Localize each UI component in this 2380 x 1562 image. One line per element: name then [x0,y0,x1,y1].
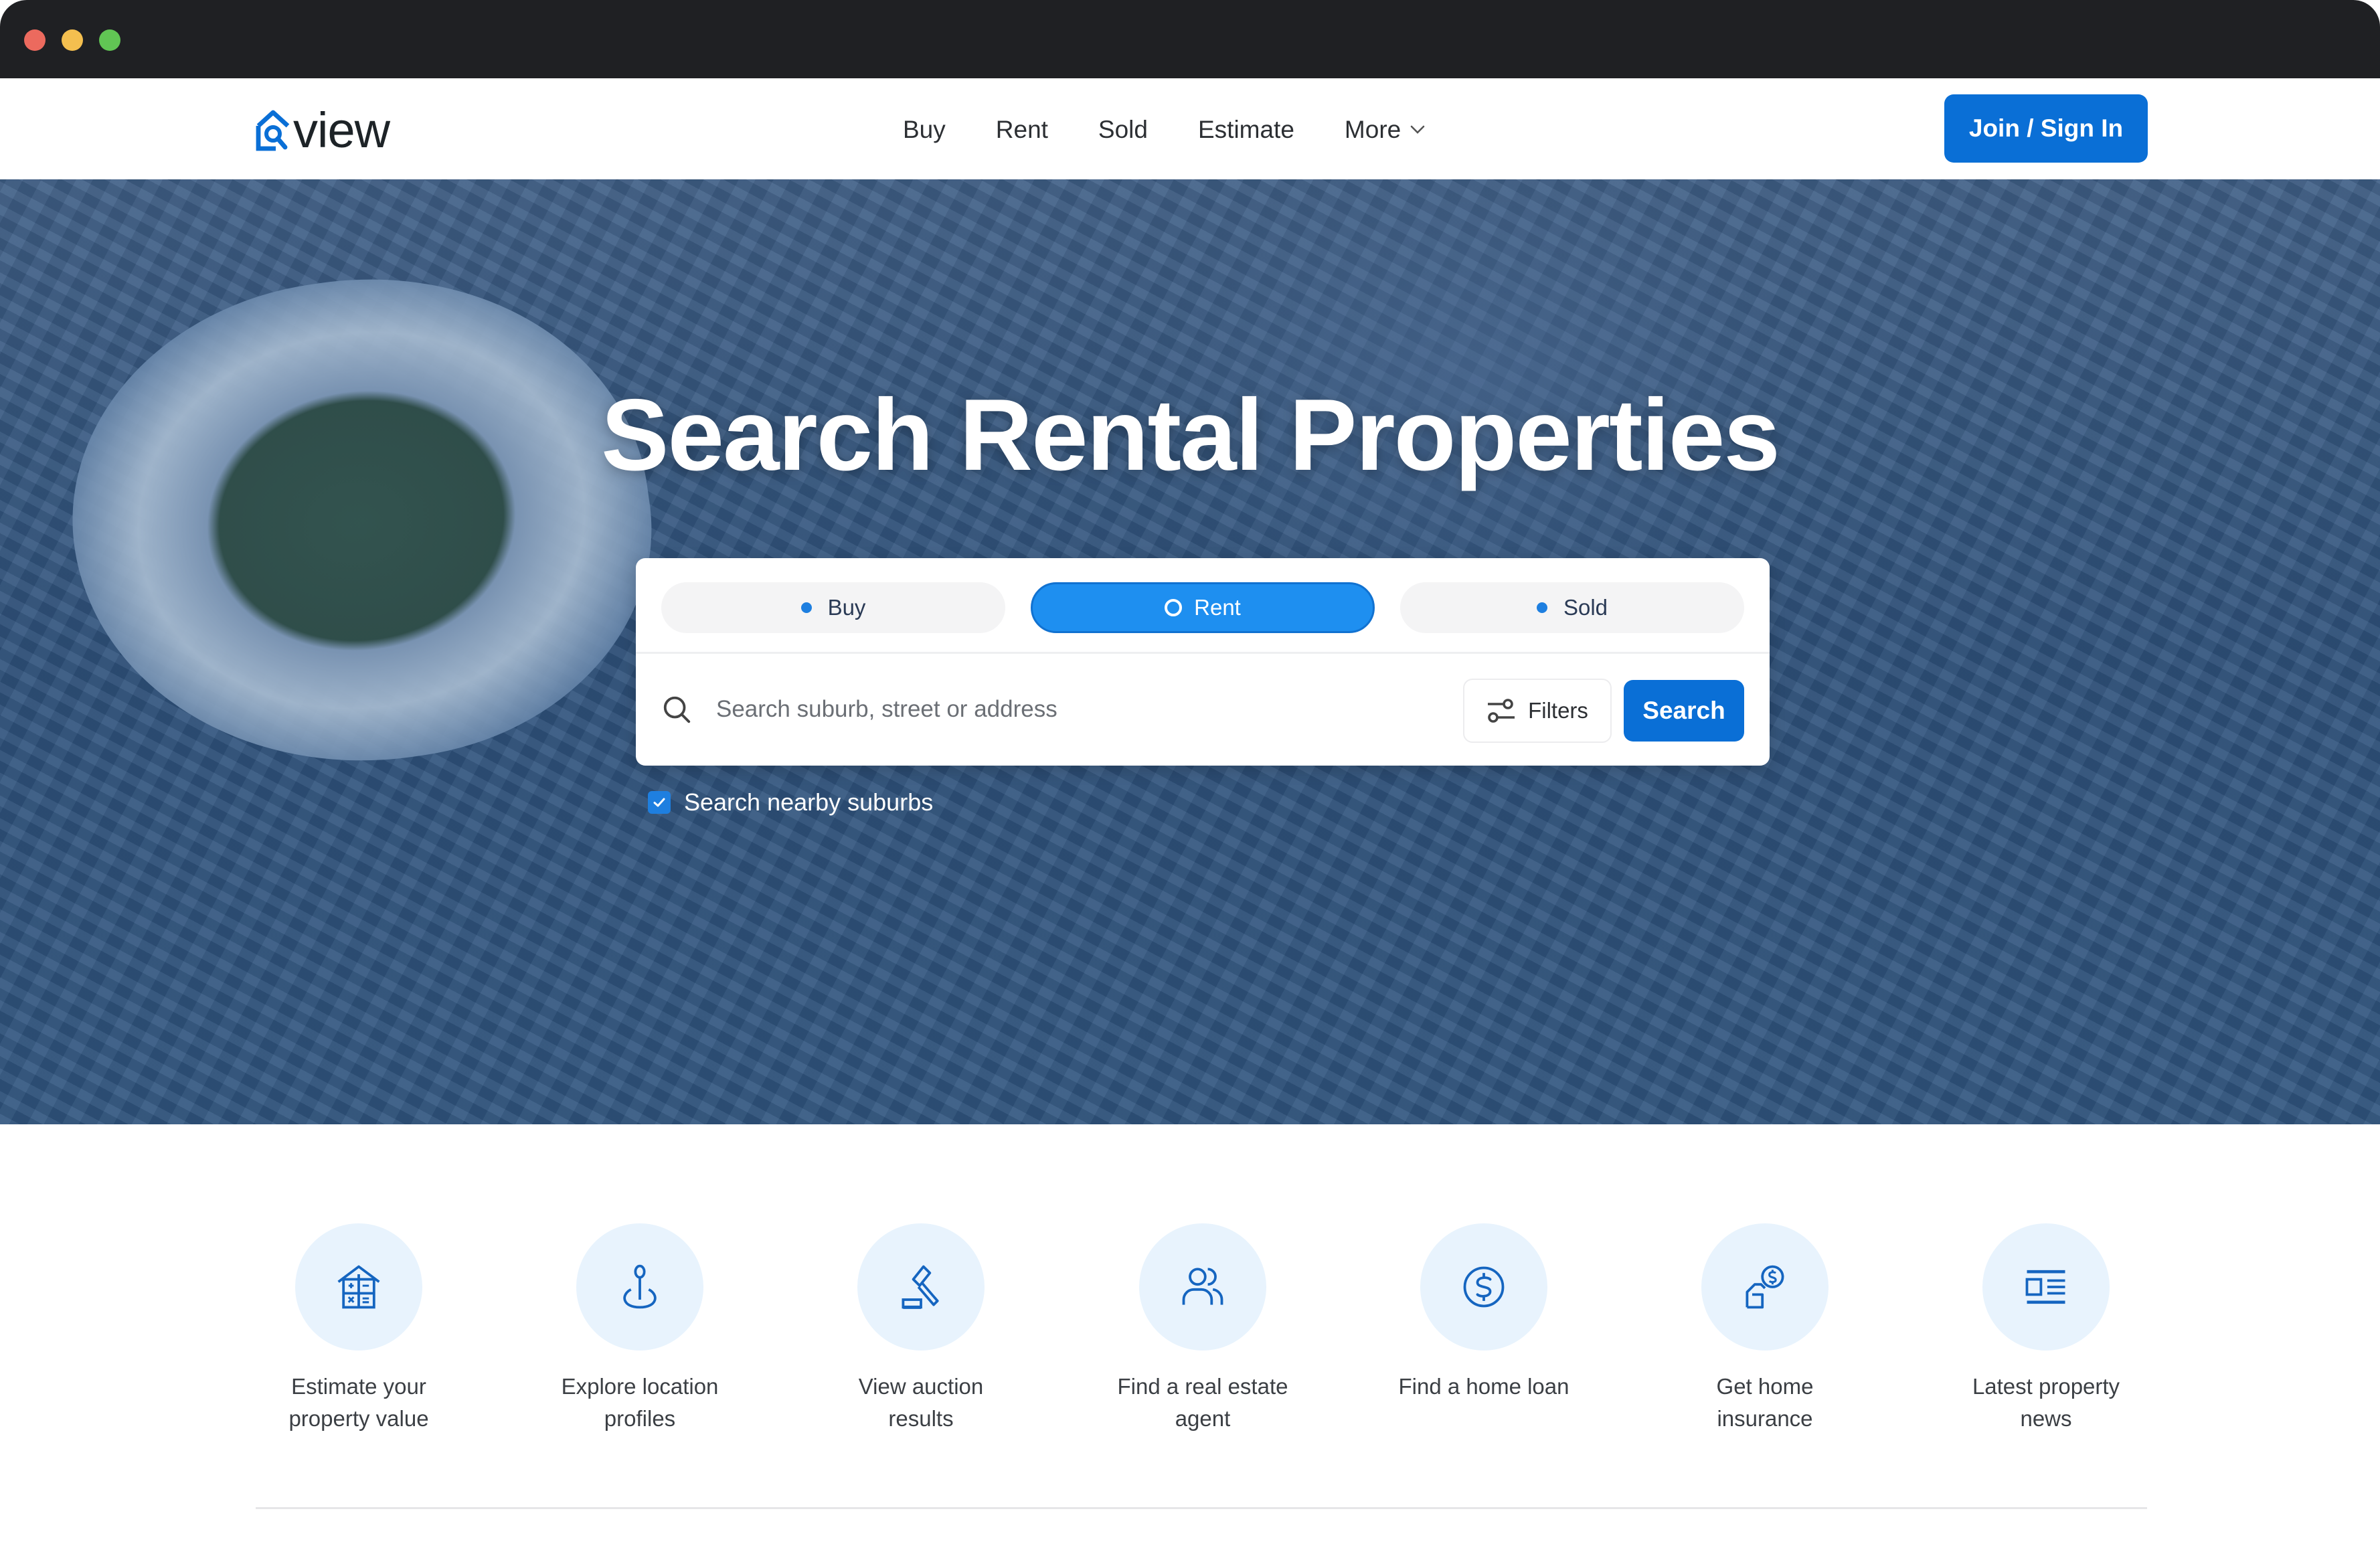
tab-rent-label: Rent [1194,595,1241,620]
tab-sold[interactable]: Sold [1400,582,1744,633]
radio-dot-icon [800,602,812,613]
feature-label: Find a real estate agent [1117,1374,1288,1431]
filters-button[interactable]: Filters [1463,679,1612,743]
nav-link-buy[interactable]: Buy [903,116,946,144]
section-divider [256,1507,2147,1509]
nav-link-more[interactable]: More [1345,116,1425,144]
feature-icon-circle [1139,1223,1266,1351]
feature-links: Estimate your property value Explore loc… [0,1223,2380,1444]
close-window-button[interactable] [24,29,46,51]
feature-home-loan[interactable]: Find a home loan [1363,1223,1604,1403]
feature-label: Get home insurance [1716,1374,1814,1431]
minimize-window-button[interactable] [62,29,83,51]
hero-section: Search Rental Properties Buy Rent Sold S… [0,179,2380,1124]
feature-location-profiles[interactable]: Explore location profiles [519,1223,760,1435]
radio-selected-icon [1165,599,1183,616]
feature-label: Latest property news [1972,1374,2120,1431]
search-icon [663,696,691,723]
agents-icon [1182,1268,1223,1305]
house-search-icon [256,110,290,151]
browser-window: view Buy Rent Sold Estimate More Join / … [0,0,2380,1562]
tab-buy-label: Buy [827,595,866,620]
search-nearby-label: Search nearby suburbs [684,788,934,816]
location-pin-icon [623,1264,657,1309]
tab-buy[interactable]: Buy [661,582,1005,633]
site-logo[interactable]: view [254,106,390,155]
chevron-down-icon [1410,125,1425,134]
search-nearby-checkbox[interactable]: Search nearby suburbs [648,788,933,816]
feature-property-news[interactable]: Latest property news [1926,1223,2166,1435]
nav-link-estimate[interactable]: Estimate [1198,116,1294,144]
sliders-icon [1488,699,1515,723]
search-input[interactable] [716,687,1385,731]
auction-gavel-icon [902,1265,939,1309]
feature-label: Estimate your property value [288,1374,429,1431]
window-titlebar [0,0,2380,78]
tab-rent[interactable]: Rent [1031,582,1375,633]
feature-icon-circle [576,1223,703,1351]
hero-title: Search Rental Properties [601,378,1780,492]
house-calculator-icon [337,1265,380,1309]
nav-link-rent[interactable]: Rent [996,116,1048,144]
feature-icon-circle [1420,1223,1547,1351]
search-button[interactable]: Search [1624,680,1744,742]
hand-dollar-icon [1746,1265,1784,1309]
logo-text: view [293,102,390,158]
hero-background-image [43,242,680,800]
feature-icon-circle [1982,1223,2110,1351]
join-sign-in-button[interactable]: Join / Sign In [1944,94,2148,163]
feature-icon-circle [857,1223,985,1351]
listing-type-tabs: Buy Rent Sold [661,582,1744,633]
feature-label: Explore location profiles [561,1374,719,1431]
feature-auction-results[interactable]: View auction results [800,1223,1041,1435]
filters-label: Filters [1528,698,1588,723]
maximize-window-button[interactable] [99,29,120,51]
feature-icon-circle [1701,1223,1829,1351]
nav-link-more-label: More [1344,116,1401,143]
checkbox-checked[interactable] [648,791,671,814]
radio-dot-icon [1536,602,1547,613]
top-navigation: view Buy Rent Sold Estimate More Join / … [0,78,2380,179]
feature-icon-circle [295,1223,422,1351]
feature-find-agent[interactable]: Find a real estate agent [1082,1223,1323,1435]
feature-label: View auction results [858,1374,984,1431]
tab-sold-label: Sold [1563,595,1608,620]
nav-links: Buy Rent Sold Estimate More [903,113,1425,147]
checkmark-icon [653,798,665,807]
newspaper-icon [2025,1270,2065,1304]
nav-link-sold[interactable]: Sold [1098,116,1148,144]
search-row: Filters Search [636,654,1770,766]
feature-label: Find a home loan [1398,1374,1569,1399]
feature-estimate-value[interactable]: Estimate your property value [238,1223,479,1435]
feature-home-insurance[interactable]: Get home insurance [1644,1223,1885,1435]
dollar-coin-icon [1463,1266,1505,1308]
search-card: Buy Rent Sold Search suburb, street or a… [636,558,1770,766]
